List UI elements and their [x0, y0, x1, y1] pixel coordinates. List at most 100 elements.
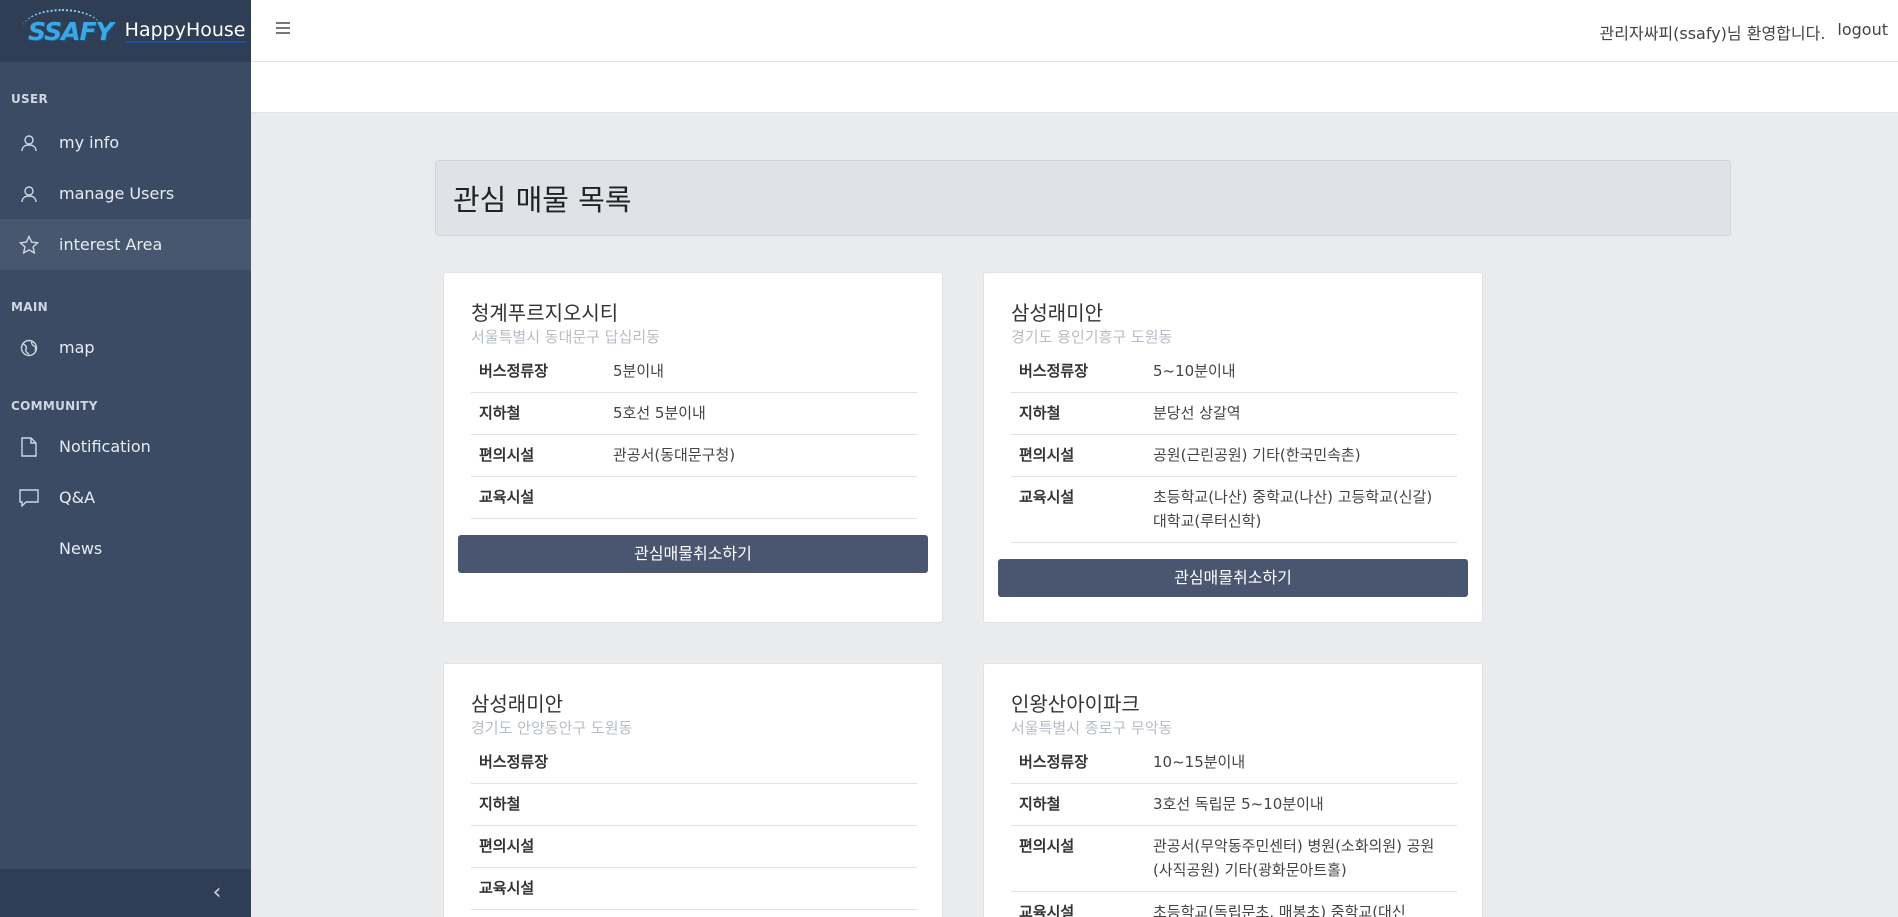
table-row: 지하철 — [471, 783, 917, 826]
table-row: 교육시설 초등학교(독립문초, 매봉초) 중학교(대신 — [1011, 891, 1457, 917]
top-header: 관리자싸피(ssafy)님 환영합니다. logout — [251, 0, 1898, 62]
globe-icon — [18, 337, 40, 359]
table-row: 편의시설 관공서(동대문구청) — [471, 434, 917, 477]
property-card: 청계푸르지오시티 서울특별시 동대문구 답십리동 버스정류장 5분이내 지하철 5호… — [443, 272, 943, 623]
sidebar: SSAFY HappyHouse USER my info manage Use… — [0, 0, 251, 917]
info-label: 지하철 — [471, 783, 605, 826]
info-value: 5분이내 — [605, 351, 917, 393]
property-card: 삼성래미안 경기도 안양동안구 도원동 버스정류장 지하철 편의시설 교육시설 — [443, 663, 943, 917]
star-icon — [18, 234, 40, 256]
info-value: 5~10분이내 — [1145, 351, 1457, 393]
info-value: 5호선 5분이내 — [605, 392, 917, 435]
info-value: 초등학교(나산) 중학교(나산) 고등학교(신갈) 대학교(루터신학) — [1145, 476, 1457, 543]
sidebar-item-interest-area[interactable]: interest Area — [0, 219, 251, 270]
section-label-community: COMMUNITY — [11, 399, 98, 413]
property-address: 경기도 용인기흥구 도원동 — [1011, 328, 1173, 346]
property-address: 경기도 안양동안구 도원동 — [471, 719, 633, 737]
property-address: 서울특별시 종로구 무악동 — [1011, 719, 1173, 737]
info-label: 편의시설 — [1011, 825, 1145, 892]
property-info-table: 버스정류장 10~15분이내 지하철 3호선 독립문 5~10분이내 편의시설 관공서… — [1011, 742, 1457, 917]
table-row: 교육시설 초등학교(나산) 중학교(나산) 고등학교(신갈) 대학교(루터신학) — [1011, 476, 1457, 543]
info-value — [605, 783, 917, 826]
section-label-main: MAIN — [11, 300, 48, 314]
info-label: 편의시설 — [1011, 434, 1145, 477]
table-row: 버스정류장 10~15분이내 — [1011, 742, 1457, 784]
page-title-banner: 관심 매물 목록 — [435, 160, 1731, 236]
info-value: 공원(근린공원) 기타(한국민속촌) — [1145, 434, 1457, 477]
logout-link[interactable]: logout — [1837, 20, 1888, 44]
info-label: 버스정류장 — [471, 742, 605, 784]
info-value: 관공서(동대문구청) — [605, 434, 917, 477]
info-label: 교육시설 — [471, 867, 605, 910]
property-name: 청계푸르지오시티 — [471, 301, 619, 325]
table-row: 지하철 5호선 5분이내 — [471, 392, 917, 435]
table-row: 편의시설 관공서(무악동주민센터) 병원(소화의원) 공원(사직공원) 기타(광화… — [1011, 825, 1457, 892]
table-row: 버스정류장 5~10분이내 — [1011, 351, 1457, 393]
page-title: 관심 매물 목록 — [453, 183, 632, 217]
section-label-user: USER — [11, 92, 49, 106]
table-row: 편의시설 — [471, 825, 917, 868]
property-name: 인왕산아이파크 — [1011, 692, 1140, 716]
cancel-interest-button[interactable]: 관심매물취소하기 — [458, 535, 928, 573]
brand[interactable]: SSAFY HappyHouse — [0, 0, 251, 62]
property-card: 삼성래미안 경기도 용인기흥구 도원동 버스정류장 5~10분이내 지하철 분당선 … — [983, 272, 1483, 623]
property-address: 서울특별시 동대문구 답십리동 — [471, 328, 660, 346]
info-value — [605, 867, 917, 910]
info-value — [605, 476, 917, 519]
ssafy-logo: SSAFY — [22, 8, 114, 46]
property-info-table: 버스정류장 5~10분이내 지하철 분당선 상갈역 편의시설 공원(근린공원) 기타(… — [1011, 351, 1457, 543]
info-label: 교육시설 — [1011, 891, 1145, 917]
info-value: 관공서(무악동주민센터) 병원(소화의원) 공원(사직공원) 기타(광화문아트홀… — [1145, 825, 1457, 892]
property-name: 삼성래미안 — [471, 692, 563, 716]
sidebar-item-label: Notification — [59, 437, 151, 456]
cancel-interest-button[interactable]: 관심매물취소하기 — [998, 559, 1468, 597]
comment-icon — [18, 487, 40, 509]
property-info-table: 버스정류장 5분이내 지하철 5호선 5분이내 편의시설 관공서(동대문구청) 교육시… — [471, 351, 917, 519]
menu-toggle-icon[interactable] — [276, 19, 298, 41]
info-label: 버스정류장 — [1011, 742, 1145, 784]
property-info-table: 버스정류장 지하철 편의시설 교육시설 — [471, 742, 917, 910]
table-row: 버스정류장 5분이내 — [471, 351, 917, 393]
info-label: 지하철 — [1011, 392, 1145, 435]
table-row: 교육시설 — [471, 867, 917, 910]
sidebar-item-label: News — [59, 539, 103, 558]
info-label: 버스정류장 — [471, 351, 605, 393]
document-icon — [18, 436, 40, 458]
sidebar-item-my-info[interactable]: my info — [0, 117, 251, 168]
table-row: 지하철 3호선 독립문 5~10분이내 — [1011, 783, 1457, 826]
info-label: 지하철 — [471, 392, 605, 435]
sidebar-item-label: interest Area — [59, 235, 163, 254]
info-label: 편의시설 — [471, 825, 605, 868]
info-label: 편의시설 — [471, 434, 605, 477]
sidebar-item-label: map — [59, 338, 95, 357]
property-card: 인왕산아이파크 서울특별시 종로구 무악동 버스정류장 10~15분이내 지하철 3… — [983, 663, 1483, 917]
table-row: 교육시설 — [471, 476, 917, 519]
sidebar-item-map[interactable]: map — [0, 322, 251, 373]
info-label: 교육시설 — [471, 476, 605, 519]
sidebar-item-label: manage Users — [59, 184, 175, 203]
sidebar-item-manage-users[interactable]: manage Users — [0, 168, 251, 219]
info-value: 10~15분이내 — [1145, 742, 1457, 784]
sub-header — [251, 62, 1898, 113]
info-value — [605, 742, 917, 784]
info-label: 교육시설 — [1011, 476, 1145, 543]
table-row: 편의시설 공원(근린공원) 기타(한국민속촌) — [1011, 434, 1457, 477]
sidebar-item-news[interactable]: News — [0, 523, 251, 574]
chevron-left-icon[interactable]: ‹ — [207, 881, 227, 905]
table-row: 지하철 분당선 상갈역 — [1011, 392, 1457, 435]
sidebar-footer: ‹ — [0, 869, 251, 917]
info-label: 버스정류장 — [1011, 351, 1145, 393]
info-value: 분당선 상갈역 — [1145, 392, 1457, 435]
sidebar-item-notification[interactable]: Notification — [0, 421, 251, 472]
user-icon — [18, 132, 40, 154]
table-row: 버스정류장 — [471, 742, 917, 784]
brand-name[interactable]: HappyHouse — [124, 19, 246, 43]
sidebar-item-qna[interactable]: Q&A — [0, 472, 251, 523]
info-label: 지하철 — [1011, 783, 1145, 826]
news-icon — [18, 538, 40, 560]
user-icon — [18, 183, 40, 205]
property-name: 삼성래미안 — [1011, 301, 1103, 325]
info-value: 초등학교(독립문초, 매봉초) 중학교(대신 — [1145, 891, 1457, 917]
info-value — [605, 825, 917, 868]
sidebar-item-label: Q&A — [59, 488, 96, 507]
